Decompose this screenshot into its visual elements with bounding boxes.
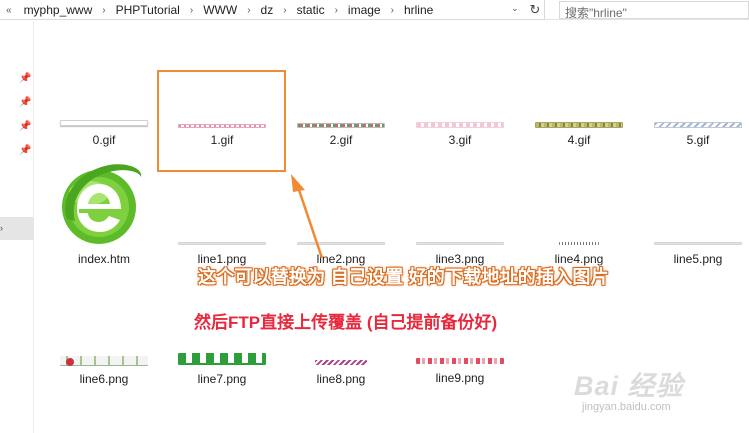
flower-icon (66, 358, 74, 366)
annotation-ftp-note: 然后FTP直接上传覆盖 (自己提前备份好) (194, 313, 498, 332)
annotation-arrow-icon (291, 174, 324, 259)
file-item-4-gif[interactable]: 4.gif (531, 122, 627, 147)
breadcrumb-item-static[interactable]: static (295, 3, 327, 17)
breadcrumb-item-myphp-www[interactable]: myphp_www (22, 3, 95, 17)
file-thumbnail (416, 358, 504, 364)
file-item-2-gif[interactable]: 2.gif (293, 123, 389, 147)
highlight-box (157, 70, 286, 172)
file-name: 2.gif (329, 133, 353, 147)
file-item-line9-png[interactable]: line9.png (412, 358, 508, 385)
pin-icon[interactable]: 📌 (19, 98, 31, 108)
file-name: line8.png (316, 372, 366, 386)
refresh-icon[interactable]: ↻ (527, 1, 543, 18)
browser-e-logo-icon (62, 164, 142, 244)
watermark-url: jingyan.baidu.com (582, 401, 671, 413)
breadcrumb-separator-icon[interactable]: › (94, 5, 113, 16)
breadcrumb-item-www[interactable]: WWW (201, 3, 239, 17)
file-name: 0.gif (92, 133, 116, 147)
file-name: 4.gif (567, 133, 591, 147)
overflow-chevron-icon[interactable]: « (6, 5, 22, 16)
file-thumbnail (654, 122, 742, 128)
file-item-0-gif[interactable]: 0.gif (56, 120, 152, 147)
file-name: line7.png (197, 372, 247, 386)
breadcrumb-item-hrline[interactable]: hrline (402, 3, 435, 17)
file-thumbnail (654, 242, 742, 245)
navigation-pane[interactable]: 📌 📌 📌 📌 › (0, 21, 34, 433)
breadcrumb-item-image[interactable]: image (346, 3, 383, 17)
file-name: index.htm (77, 252, 131, 266)
file-thumbnail (178, 242, 266, 245)
file-thumbnail (315, 360, 367, 365)
breadcrumb-separator-icon[interactable]: › (383, 5, 402, 16)
file-thumbnail (60, 120, 148, 126)
file-thumbnail (297, 123, 385, 128)
address-bar: « myphp_www › PHPTutorial › WWW › dz › s… (0, 0, 749, 20)
pin-icon[interactable]: 📌 (19, 146, 31, 156)
file-item-line6-png[interactable]: line6.png (56, 356, 152, 386)
file-name: 5.gif (686, 133, 710, 147)
file-thumbnail (178, 353, 266, 365)
nav-selected-item[interactable]: › (0, 217, 34, 240)
file-item-line5-png[interactable]: line5.png (650, 242, 746, 266)
file-name: 3.gif (448, 133, 472, 147)
breadcrumb-separator-icon[interactable]: › (239, 5, 258, 16)
file-name: line5.png (673, 252, 723, 266)
breadcrumb-item-phptutorial[interactable]: PHPTutorial (114, 3, 182, 17)
expand-chevron-icon[interactable]: › (0, 223, 3, 233)
file-item-index-htm[interactable]: index.htm (56, 252, 152, 266)
breadcrumb-separator-icon[interactable]: › (275, 5, 294, 16)
file-name: line6.png (79, 372, 129, 386)
search-placeholder: 搜索"hrline" (565, 6, 627, 20)
pin-icon[interactable]: 📌 (19, 122, 31, 132)
file-thumbnail (535, 122, 623, 128)
file-thumbnail (416, 122, 504, 128)
file-thumbnail (416, 242, 504, 245)
breadcrumb[interactable]: « myphp_www › PHPTutorial › WWW › dz › s… (0, 0, 545, 20)
file-item-5-gif[interactable]: 5.gif (650, 122, 746, 147)
file-thumbnail (559, 242, 599, 245)
file-item-line7-png[interactable]: line7.png (174, 353, 270, 386)
file-item-line8-png[interactable]: line8.png (293, 360, 389, 386)
breadcrumb-item-dz[interactable]: dz (259, 3, 276, 17)
breadcrumb-separator-icon[interactable]: › (327, 5, 346, 16)
watermark: Bai 经验 jingyan.baidu.com (574, 364, 749, 433)
watermark-brand: Bai 经验 (574, 371, 684, 401)
file-item-3-gif[interactable]: 3.gif (412, 122, 508, 147)
search-input[interactable]: 搜索"hrline" (559, 1, 749, 20)
pin-icon[interactable]: 📌 (19, 74, 31, 84)
annotation-replace-note: 这个可以替换为 自己设置 好的下载地址的插入图片 (198, 267, 609, 287)
address-dropdown-icon[interactable]: ⌄ (511, 3, 519, 14)
file-name: line9.png (435, 371, 485, 385)
breadcrumb-separator-icon[interactable]: › (182, 5, 201, 16)
